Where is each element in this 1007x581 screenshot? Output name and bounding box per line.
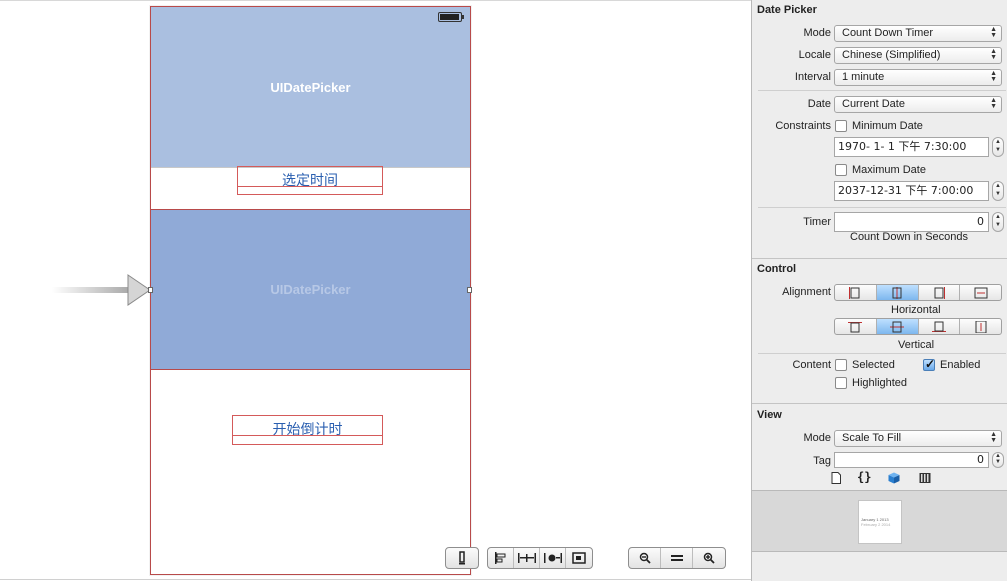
resizing-icon[interactable]	[566, 548, 592, 568]
library-tab-bar: {}	[752, 468, 1007, 490]
locale-popup[interactable]: Chinese (Simplified) ▲ ▼	[834, 47, 1002, 64]
align-left-icon[interactable]	[835, 285, 877, 300]
canvas-toolbar-zoom-group	[628, 547, 726, 569]
view-controller-scene[interactable]: UIDatePicker 选定时间 UIDatePicker 开始倒计时	[148, 6, 472, 575]
minimum-date-stepper[interactable]: ▲ ▼	[992, 137, 1004, 157]
view-mode-popup[interactable]: Scale To Fill ▲ ▼	[834, 430, 1002, 447]
popup-arrows-icon: ▲ ▼	[990, 70, 997, 83]
content-label: Content	[792, 359, 831, 371]
constraints-label: Constraints	[775, 120, 831, 132]
section-divider	[752, 403, 1007, 404]
object-library-panel: January 1 2013 February 2 2014	[752, 490, 1007, 552]
divider	[758, 207, 1006, 208]
align-center-icon[interactable]	[876, 285, 919, 300]
select-time-button[interactable]: 选定时间	[237, 166, 383, 195]
align-right-icon[interactable]	[919, 285, 961, 300]
section-divider	[752, 258, 1007, 259]
timer-stepper[interactable]: ▲ ▼	[992, 212, 1004, 232]
date-picker-top[interactable]: UIDatePicker	[151, 7, 470, 167]
interval-label: Interval	[794, 71, 831, 83]
locale-value: Chinese (Simplified)	[842, 49, 941, 61]
date-label: Date	[807, 98, 831, 110]
highlighted-checkbox[interactable]	[835, 377, 847, 389]
date-picker-countdown[interactable]: UIDatePicker	[151, 209, 470, 370]
view-section-title: View	[757, 409, 782, 421]
view-mode-value: Scale To Fill	[842, 432, 902, 444]
vertical-alignment-control[interactable]	[834, 318, 1002, 335]
date-picker-section-title: Date Picker	[757, 4, 817, 16]
popup-arrows-icon: ▲ ▼	[990, 48, 997, 61]
control-section-title: Control	[757, 263, 797, 275]
date-picker-countdown-label: UIDatePicker	[270, 282, 351, 297]
horizontal-caption: Horizontal	[891, 304, 941, 316]
guide-line	[238, 186, 382, 187]
date-picker-top-label: UIDatePicker	[270, 79, 351, 95]
resize-handle-right[interactable]	[467, 287, 472, 293]
align-bottom-icon[interactable]	[919, 319, 961, 334]
timer-caption: Count Down in Seconds	[850, 231, 969, 243]
enabled-checkbox[interactable]	[923, 357, 935, 371]
library-item-row: February 2 2014	[861, 522, 891, 527]
locale-label: Locale	[798, 49, 831, 61]
initial-view-controller-arrow-icon[interactable]	[52, 273, 152, 307]
canvas-divider	[0, 579, 751, 580]
highlighted-label: Highlighted	[852, 377, 908, 389]
tag-label: Tag	[813, 455, 831, 467]
date-picker-library-item[interactable]: January 1 2013 February 2 2014	[858, 500, 902, 544]
zoom-out-icon[interactable]	[629, 548, 661, 568]
interval-popup[interactable]: 1 minute ▲ ▼	[834, 69, 1002, 86]
zoom-actual-icon[interactable]	[661, 548, 693, 568]
maximum-date-stepper[interactable]: ▲ ▼	[992, 181, 1004, 201]
zoom-in-icon[interactable]	[693, 548, 725, 568]
mode-label: Mode	[803, 27, 831, 39]
tag-field[interactable]: 0	[834, 452, 989, 468]
timer-label: Timer	[803, 216, 831, 228]
mode-popup[interactable]: Count Down Timer ▲ ▼	[834, 25, 1002, 42]
selected-label: Selected	[852, 359, 895, 371]
maximum-date-field[interactable]: 2037-12-31 下午 7:00:00	[834, 181, 989, 201]
resize-handle-left[interactable]	[148, 287, 153, 293]
popup-arrows-icon: ▲ ▼	[990, 26, 997, 39]
timer-field[interactable]: 0	[834, 212, 989, 232]
interval-value: 1 minute	[842, 71, 885, 83]
file-template-icon[interactable]	[830, 472, 842, 484]
code-snippet-icon[interactable]: {}	[857, 470, 873, 484]
enabled-label: Enabled	[940, 359, 981, 371]
pin-icon[interactable]	[514, 548, 540, 568]
maximum-date-label: Maximum Date	[852, 164, 926, 176]
mode-value: Count Down Timer	[842, 27, 934, 39]
minimum-date-field[interactable]: 1970- 1- 1 下午 7:30:00	[834, 137, 989, 157]
popup-arrows-icon: ▲ ▼	[990, 431, 997, 444]
align-vfill-icon[interactable]	[960, 319, 1001, 334]
alignment-label: Alignment	[782, 286, 831, 298]
divider	[758, 90, 1006, 91]
align-icon[interactable]	[488, 548, 514, 568]
align-top-icon[interactable]	[835, 319, 877, 334]
selected-checkbox[interactable]	[835, 359, 847, 371]
maximum-date-checkbox[interactable]	[835, 164, 847, 176]
date-popup[interactable]: Current Date ▲ ▼	[834, 96, 1002, 113]
tag-stepper[interactable]: ▲ ▼	[992, 452, 1004, 468]
popup-arrows-icon: ▲ ▼	[990, 97, 997, 110]
minimum-date-label: Minimum Date	[852, 120, 923, 132]
date-value: Current Date	[842, 98, 905, 110]
horizontal-alignment-control[interactable]	[834, 284, 1002, 301]
align-fill-icon[interactable]	[960, 285, 1001, 300]
start-countdown-button[interactable]: 开始倒计时	[232, 415, 383, 445]
canvas-toolbar-device-group	[445, 547, 479, 569]
canvas-toolbar-layout-group	[487, 547, 593, 569]
align-middle-icon[interactable]	[876, 319, 919, 334]
resolve-icon[interactable]	[540, 548, 566, 568]
vertical-caption: Vertical	[898, 339, 935, 351]
minimum-date-checkbox[interactable]	[835, 120, 847, 132]
view-mode-label: Mode	[803, 432, 831, 444]
object-library-icon[interactable]	[888, 472, 900, 484]
divider	[758, 353, 1006, 354]
media-library-icon[interactable]	[919, 472, 931, 484]
battery-icon	[438, 12, 464, 22]
guide-line	[233, 435, 382, 436]
resize-device-icon[interactable]	[446, 548, 478, 568]
